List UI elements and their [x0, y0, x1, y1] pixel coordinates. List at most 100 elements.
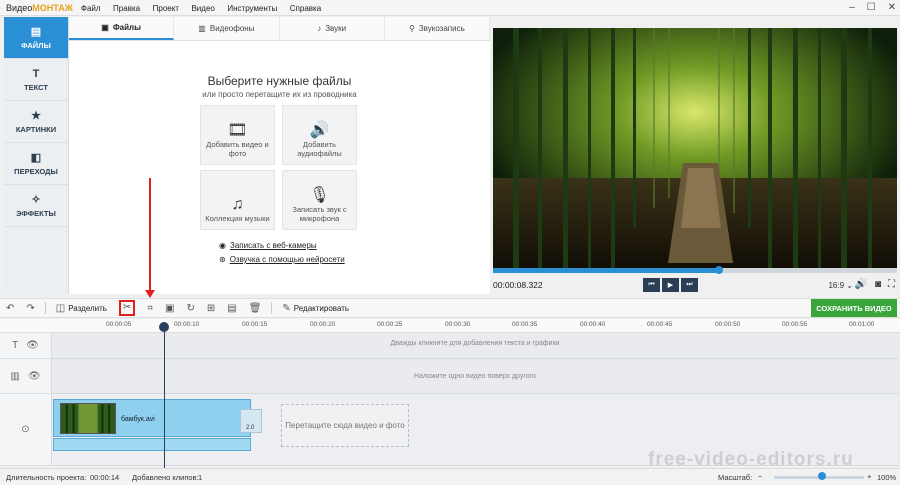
close-icon[interactable]: ✕ [888, 0, 896, 16]
menu-edit[interactable]: Правка [113, 4, 140, 13]
ruler-tick: 00:00:40 [580, 321, 606, 328]
skip-forward-icon[interactable]: ⏭ [681, 278, 698, 292]
library-title: Выберите нужные файлы [207, 74, 352, 88]
film-icon: ▥ [198, 24, 206, 33]
text-track[interactable]: Дважды кликните для добавления текста и … [52, 333, 898, 359]
visibility-icon[interactable]: 👁 [26, 340, 39, 351]
bamboo-forest-frame [493, 28, 897, 268]
video-preview[interactable] [493, 28, 897, 268]
ai-voiceover-link[interactable]: ⊛ Озвучка с помощью нейросети [219, 255, 345, 264]
ruler-tick: 00:00:10 [174, 321, 200, 328]
undo-icon[interactable]: ↶ [6, 303, 14, 314]
music-collection-button[interactable]: ♫ Коллекция музыки [200, 170, 275, 230]
sidebar-item-transitions[interactable]: ◧ ПЕРЕХОДЫ [4, 143, 68, 185]
tab-files[interactable]: ▣ Файлы [69, 17, 175, 40]
split-button[interactable]: ◫ Разделить [56, 303, 107, 314]
menu-video[interactable]: Видео [191, 4, 214, 13]
scrubber-progress [493, 268, 720, 273]
aspect-ratio-select[interactable]: 16:9 ⌄ [828, 281, 853, 290]
ruler-tick: 00:00:30 [445, 321, 471, 328]
tab-voice-record[interactable]: ⚲ Звукозапись [385, 17, 490, 40]
clip-audio-track[interactable] [53, 438, 251, 451]
zoom-handle[interactable] [818, 472, 826, 480]
duration-value: 00:00:14 [90, 473, 120, 482]
visibility-icon[interactable]: 👁 [28, 371, 41, 382]
trash-icon[interactable]: 🗑 [249, 303, 262, 314]
maximize-icon[interactable]: ☐ [867, 0, 876, 16]
add-video-photo-button[interactable]: 🎞 Добавить видео и фото [200, 105, 275, 165]
camera-icon: ⊙ [21, 424, 30, 435]
video-clip[interactable]: бамбук.avi [53, 399, 251, 437]
overlay-track[interactable]: Наложите одно видео поверх другого [52, 359, 898, 394]
scissors-button[interactable]: ✂ [118, 300, 136, 316]
clip-name: бамбук.avi [121, 416, 155, 423]
clip-thumbnail [60, 403, 116, 434]
split-icon: ◫ [55, 302, 66, 314]
ruler-tick: 00:00:35 [512, 321, 538, 328]
sidebar-item-files[interactable]: ▤ ФАЙЛЫ [4, 17, 68, 59]
film-reel-icon: 🎞 [227, 122, 248, 139]
note-icon: ♪ [317, 24, 322, 33]
annotation-arrow-head [145, 290, 155, 298]
menu-tools[interactable]: Инструменты [227, 4, 277, 13]
duration-label: Длительность проекта: [6, 473, 87, 482]
star-icon: ★ [31, 110, 41, 122]
play-icon[interactable]: ▶ [662, 278, 679, 292]
crop-icon[interactable]: ⌗ [147, 303, 153, 314]
menu-help[interactable]: Справка [290, 4, 321, 13]
volume-icon[interactable]: 🔊 [855, 279, 867, 290]
minimize-icon[interactable]: – [849, 0, 855, 16]
ruler-tick: 00:00:50 [715, 321, 741, 328]
status-bar: Длительность проекта: 00:00:14 Добавлено… [0, 468, 900, 485]
menu-project[interactable]: Проект [153, 4, 179, 13]
playback-scrubber[interactable] [493, 266, 897, 274]
microphone-icon: 🎙 [309, 187, 330, 204]
record-microphone-button[interactable]: 🎙 Записать звук с микрофона [282, 170, 357, 230]
annotation-arrow [149, 178, 151, 294]
film-edit-icon[interactable]: ▤ [227, 303, 236, 314]
scissors-icon: ✂ [118, 300, 136, 316]
zoom-in-icon[interactable]: + [867, 472, 871, 481]
sidebar-item-effects[interactable]: ✧ ЭФФЕКТЫ [4, 185, 68, 227]
main-track-header: ⊙ [0, 394, 52, 466]
app-logo: ВидеоМОНТАЖ [6, 2, 73, 13]
ruler-tick: 00:01:00 [849, 321, 875, 328]
app-window: ВидеоМОНТАЖ Файл Правка Проект Видео Инс… [0, 0, 900, 485]
save-video-button[interactable]: СОХРАНИТЬ ВИДЕО [811, 299, 897, 317]
text-track-icon: T [12, 340, 19, 351]
tab-video-backgrounds[interactable]: ▥ Видеофоны [174, 17, 280, 40]
zoom-out-icon[interactable]: − [758, 472, 762, 481]
audio-file-icon: 🔊 [309, 122, 330, 139]
transition-slot[interactable]: 2.0 [240, 409, 262, 433]
add-audio-button[interactable]: 🔊 Добавить аудиофайлы [282, 105, 357, 165]
sidebar: ▤ ФАЙЛЫ T ТЕКСТ ★ КАРТИНКИ ◧ ПЕРЕХОДЫ ✧ ЭФФЕК… [4, 17, 69, 294]
sidebar-item-images[interactable]: ★ КАРТИНКИ [4, 101, 68, 143]
frame-icon[interactable]: ▣ [165, 303, 174, 314]
timeline-toolbar: ↶ ↷ ◫ Разделить ✂ ⌗ ▣ ↻ ⊞ ▤ 🗑 ✎ Редактиров… [0, 298, 900, 318]
ruler-tick: 00:00:05 [106, 321, 132, 328]
sidebar-item-text[interactable]: T ТЕКСТ [4, 59, 68, 101]
tab-sounds[interactable]: ♪ Звуки [280, 17, 385, 40]
edit-button[interactable]: ✎ Редактировать [282, 303, 349, 314]
zoom-percent: 100% [877, 473, 897, 482]
timeline-ruler[interactable]: 00:00:05 00:00:10 00:00:15 00:00:20 00:0… [0, 319, 900, 333]
redo-icon[interactable]: ↷ [26, 303, 34, 314]
menu-bar: Файл Правка Проект Видео Инструменты Спр… [81, 3, 331, 13]
playhead-handle[interactable] [159, 322, 169, 332]
menu-file[interactable]: Файл [81, 4, 101, 13]
ruler-tick: 00:00:15 [242, 321, 268, 328]
ruler-tick: 00:00:55 [782, 321, 808, 328]
add-frame-icon[interactable]: ⊞ [207, 303, 215, 314]
zoom-label: Масштаб: [718, 473, 753, 482]
rotate-icon[interactable]: ↻ [186, 303, 194, 314]
snapshot-icon[interactable]: ◙ [875, 279, 881, 290]
drop-zone[interactable]: Перетащите сюда видео и фото [281, 404, 409, 447]
ruler-tick: 00:00:20 [310, 321, 336, 328]
skip-back-icon[interactable]: ⏮ [643, 278, 660, 292]
webcam-record-link[interactable]: ◉ Записать с веб-камеры [219, 241, 317, 250]
scrubber-handle[interactable] [715, 266, 724, 274]
library-tabs: ▣ Файлы ▥ Видеофоны ♪ Звуки ⚲ Звукозапись [69, 17, 490, 41]
timecode-display: 00:00:08.322 [493, 280, 543, 290]
clips-value: 1 [198, 473, 203, 482]
fullscreen-icon[interactable]: ⛶ [888, 279, 895, 290]
